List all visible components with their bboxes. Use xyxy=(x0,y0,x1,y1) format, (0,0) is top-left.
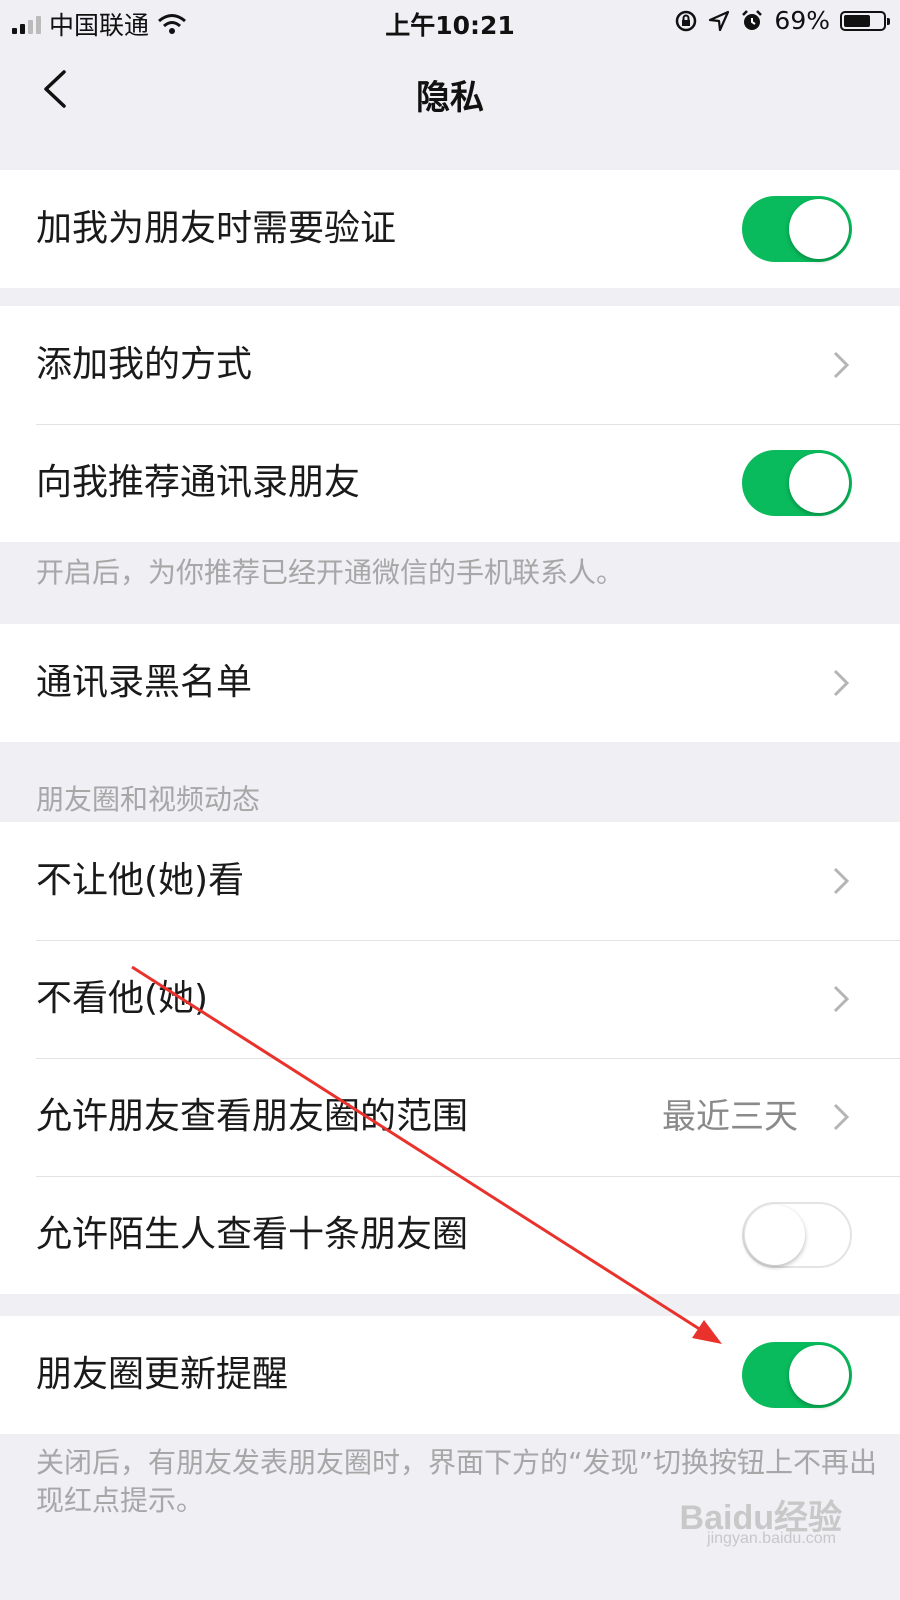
visible-range-value: 最近三天 xyxy=(662,1097,798,1137)
location-icon xyxy=(709,10,730,31)
moments-update-reminder-toggle[interactable] xyxy=(742,1342,852,1408)
row-stranger-ten-posts[interactable]: 允许陌生人查看十条朋友圈 xyxy=(0,1176,900,1294)
row-label: 不让他(她)看 xyxy=(36,860,245,901)
row-label: 朋友圈更新提醒 xyxy=(36,1354,289,1395)
group-contacts: 添加我的方式 向我推荐通讯录朋友 xyxy=(0,306,900,542)
chevron-right-icon xyxy=(833,1103,850,1131)
toggle-knob xyxy=(789,199,849,259)
battery-percent: 69% xyxy=(774,6,830,35)
toggle-knob xyxy=(789,453,849,513)
watermark-url: jingyan.baidu.com xyxy=(707,1530,836,1547)
recommend-hint: 开启后，为你推荐已经开通微信的手机联系人。 xyxy=(36,556,625,589)
group-reminder: 朋友圈更新提醒 xyxy=(0,1316,900,1434)
row-label: 添加我的方式 xyxy=(36,344,253,385)
row-add-methods[interactable]: 添加我的方式 xyxy=(0,306,900,424)
page-title: 隐私 xyxy=(416,78,484,118)
row-recommend-contacts[interactable]: 向我推荐通讯录朋友 xyxy=(0,424,900,542)
recommend-contacts-toggle[interactable] xyxy=(742,450,852,516)
chevron-right-icon xyxy=(833,985,850,1013)
alarm-icon xyxy=(742,9,763,30)
row-label: 允许陌生人查看十条朋友圈 xyxy=(36,1214,469,1255)
row-verify[interactable]: 加我为朋友时需要验证 xyxy=(0,170,900,288)
battery-fill xyxy=(844,14,870,27)
chevron-right-icon xyxy=(833,867,850,895)
group-blacklist: 通讯录黑名单 xyxy=(0,624,900,742)
row-label: 向我推荐通讯录朋友 xyxy=(36,462,361,503)
nav-bar: 隐私 xyxy=(0,44,900,140)
status-right: 69% xyxy=(674,6,890,35)
row-moments-update-reminder[interactable]: 朋友圈更新提醒 xyxy=(0,1316,900,1434)
row-hide-their-posts[interactable]: 不看他(她) xyxy=(0,940,900,1058)
toggle-knob xyxy=(745,1205,805,1265)
toggle-knob xyxy=(789,1345,849,1405)
row-label: 加我为朋友时需要验证 xyxy=(36,208,397,249)
rotation-lock-icon xyxy=(676,10,697,31)
stranger-ten-posts-toggle[interactable] xyxy=(742,1202,852,1268)
group-moments: 不让他(她)看 不看他(她) 允许朋友查看朋友圈的范围 最近三天 允许陌生人查看… xyxy=(0,822,900,1294)
row-hide-my-posts[interactable]: 不让他(她)看 xyxy=(0,822,900,940)
battery-icon xyxy=(840,10,890,31)
row-label: 允许朋友查看朋友圈的范围 xyxy=(36,1096,469,1137)
group-verify: 加我为朋友时需要验证 xyxy=(0,170,900,288)
status-bar: 中国联通 上午10:21 69% xyxy=(0,0,900,44)
row-blacklist[interactable]: 通讯录黑名单 xyxy=(0,624,900,742)
row-label: 不看他(她) xyxy=(36,978,209,1019)
chevron-right-icon xyxy=(833,351,850,379)
row-visible-range[interactable]: 允许朋友查看朋友圈的范围 最近三天 xyxy=(0,1058,900,1176)
verify-toggle[interactable] xyxy=(742,196,852,262)
section-header-moments: 朋友圈和视频动态 xyxy=(36,783,261,816)
row-label: 通讯录黑名单 xyxy=(36,662,253,703)
chevron-right-icon xyxy=(833,669,850,697)
